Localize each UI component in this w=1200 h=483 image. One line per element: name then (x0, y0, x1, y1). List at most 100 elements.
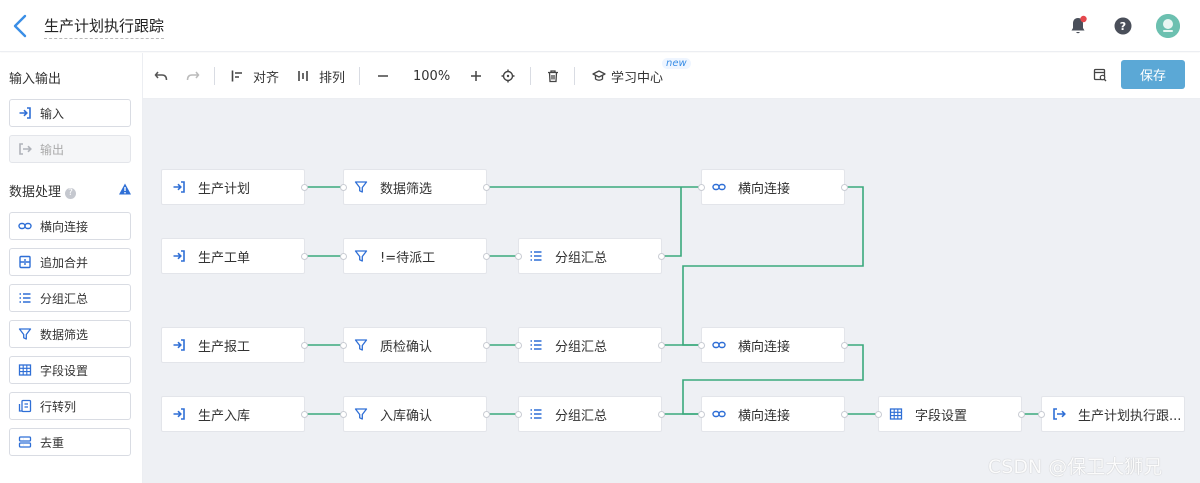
flow-node-input[interactable]: 生产计划 (161, 169, 308, 205)
flow-node-filter[interactable]: 入库确认 (340, 396, 490, 432)
flow-node-input[interactable]: 生产报工 (161, 327, 308, 363)
zoom-out-button[interactable] (376, 67, 390, 85)
flow-node-input[interactable]: 生产入库 (161, 396, 308, 432)
notification-bell-icon[interactable] (1067, 15, 1089, 37)
input-arrow-icon (173, 250, 185, 262)
sidebar-item-append[interactable]: 追加合并 (9, 248, 131, 276)
list-icon (530, 409, 542, 419)
flow-node-fields[interactable]: 字段设置 (875, 396, 1025, 432)
output-port[interactable] (658, 253, 665, 260)
input-port[interactable] (515, 342, 522, 349)
node-label: 分组汇总 (555, 250, 608, 266)
input-arrow-icon (173, 181, 185, 193)
input-port[interactable] (698, 411, 705, 418)
svg-text:?: ? (1120, 20, 1126, 33)
sidebar-item-label: 数据筛选 (40, 327, 89, 342)
node-label: 质检确认 (380, 339, 433, 355)
toolbar-divider (214, 67, 215, 85)
arrange-icon (298, 71, 308, 81)
align-button[interactable]: 对齐 (231, 67, 279, 86)
delete-button[interactable] (546, 67, 560, 85)
sidebar-item-group[interactable]: 分组汇总 (9, 284, 131, 312)
output-port[interactable] (658, 411, 665, 418)
back-arrow-icon[interactable] (10, 13, 32, 39)
processing-title-text: 数据处理 (9, 185, 62, 200)
input-port[interactable] (515, 411, 522, 418)
filter-icon (354, 181, 368, 193)
arrange-label: 排列 (319, 70, 346, 86)
flow-node-output[interactable]: 生产计划执行跟... (1038, 396, 1185, 432)
output-port[interactable] (301, 184, 308, 191)
fit-view-button[interactable] (501, 67, 515, 85)
list-icon (530, 340, 542, 350)
output-port[interactable] (483, 184, 490, 191)
page-title[interactable]: 生产计划执行跟踪 (44, 15, 165, 39)
output-port[interactable] (301, 253, 308, 260)
output-port[interactable] (658, 342, 665, 349)
flow-node-filter[interactable]: 质检确认 (340, 327, 490, 363)
node-label: 生产工单 (198, 250, 251, 266)
sidebar-item-pivot[interactable]: 行转列 (9, 392, 131, 420)
user-avatar[interactable] (1156, 14, 1180, 38)
output-port[interactable] (841, 411, 848, 418)
flow-node-join[interactable]: 横向连接 (698, 327, 848, 363)
flow-node-group[interactable]: 分组汇总 (515, 238, 665, 274)
new-badge: new (662, 58, 691, 69)
flow-node-group[interactable]: 分组汇总 (515, 327, 665, 363)
undo-button[interactable] (154, 67, 168, 85)
list-icon (530, 251, 542, 261)
help-circle-icon[interactable]: ? (65, 188, 77, 199)
flow-node-filter[interactable]: 数据筛选 (340, 169, 490, 205)
minus-icon (378, 75, 388, 77)
sidebar-item-output[interactable]: 输出 (9, 135, 131, 163)
sidebar-item-fields[interactable]: 字段设置 (9, 356, 131, 384)
sidebar-item-join[interactable]: 横向连接 (9, 212, 131, 240)
learning-center-button[interactable]: 学习中心 (592, 67, 663, 86)
save-button[interactable]: 保存 (1121, 60, 1185, 89)
input-port[interactable] (340, 411, 347, 418)
flow-node-join[interactable]: 横向连接 (698, 169, 848, 205)
input-port[interactable] (875, 411, 882, 418)
warning-icon[interactable] (118, 182, 132, 196)
zoom-in-button[interactable] (469, 67, 483, 85)
sidebar-item-dedup[interactable]: 去重 (9, 428, 131, 456)
link-icon (712, 410, 726, 418)
node-label: 数据筛选 (380, 181, 433, 197)
preview-icon[interactable] (1093, 68, 1107, 82)
flow-node-group[interactable]: 分组汇总 (515, 396, 665, 432)
output-port[interactable] (841, 342, 848, 349)
output-port[interactable] (301, 411, 308, 418)
node-label: !=待派工 (380, 250, 436, 266)
input-port[interactable] (1038, 411, 1045, 418)
flow-canvas[interactable]: 生产计划 数据筛选 横向连接 生产工单 !=待派工 分组汇总 生产报工 质检确认… (143, 99, 1200, 483)
flow-node-join[interactable]: 横向连接 (698, 396, 848, 432)
section-title-processing: 数据处理? (9, 181, 77, 200)
input-port[interactable] (340, 253, 347, 260)
output-port[interactable] (301, 342, 308, 349)
flow-node-filter[interactable]: !=待派工 (340, 238, 490, 274)
redo-button[interactable] (186, 67, 200, 85)
component-sidebar: 输入输出 输入 输出 数据处理? 横向连接 追加合并 分组汇总 数据筛选 字段设… (0, 53, 143, 483)
input-port[interactable] (698, 342, 705, 349)
merge-icon (19, 255, 31, 269)
arrange-button[interactable]: 排列 (297, 67, 346, 86)
output-port[interactable] (483, 342, 490, 349)
output-port[interactable] (841, 184, 848, 191)
sidebar-item-input[interactable]: 输入 (9, 99, 131, 127)
output-arrow-icon (19, 143, 32, 155)
node-label: 入库确认 (380, 408, 433, 424)
help-icon[interactable]: ? (1112, 15, 1134, 37)
input-port[interactable] (515, 253, 522, 260)
input-port[interactable] (698, 184, 705, 191)
output-port[interactable] (1018, 411, 1025, 418)
redo-icon (186, 71, 200, 81)
undo-icon (154, 71, 168, 81)
output-port[interactable] (483, 411, 490, 418)
output-arrow-icon (1053, 408, 1066, 420)
flow-node-input[interactable]: 生产工单 (161, 238, 308, 274)
input-port[interactable] (340, 184, 347, 191)
output-port[interactable] (483, 253, 490, 260)
input-port[interactable] (340, 342, 347, 349)
sidebar-item-filter[interactable]: 数据筛选 (9, 320, 131, 348)
crosshair-icon (501, 69, 515, 83)
